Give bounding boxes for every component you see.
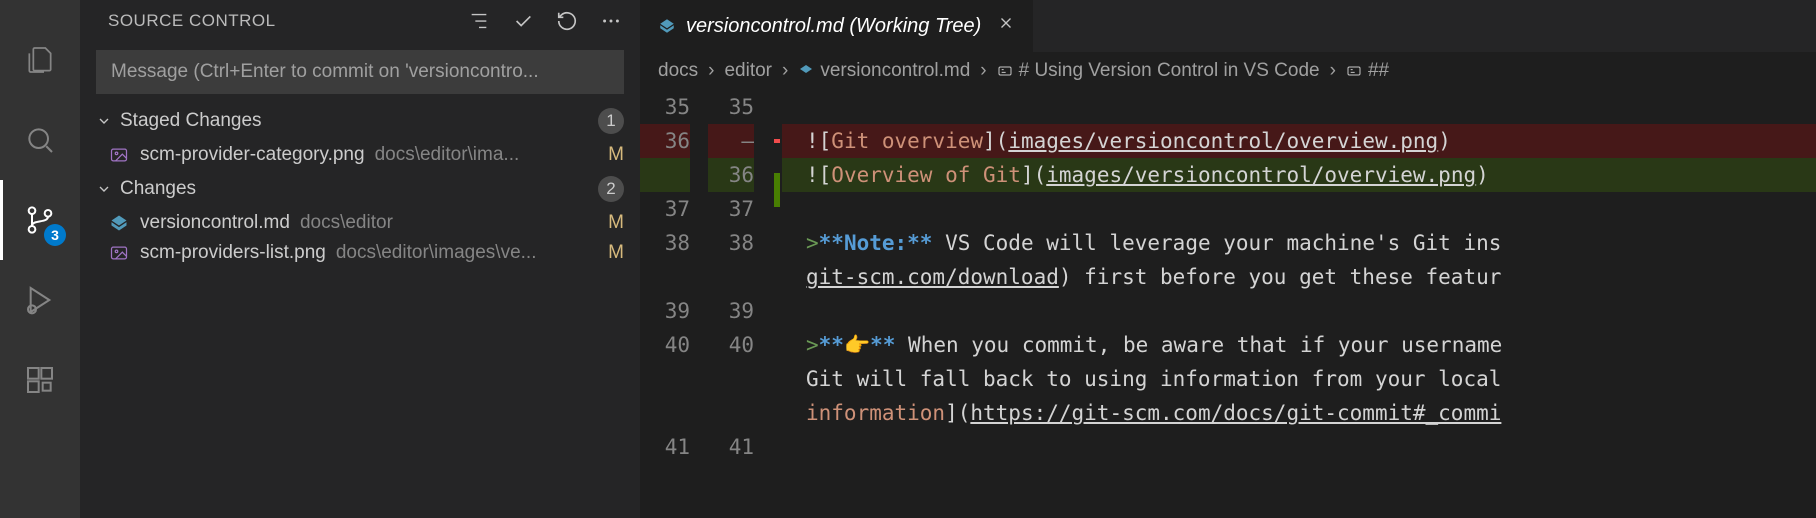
chevron-right-icon: › <box>1330 60 1336 82</box>
section-label: Staged Changes <box>120 110 590 132</box>
breadcrumb-item[interactable]: # Using Version Control in VS Code <box>997 60 1320 82</box>
staged-file-row[interactable]: scm-provider-category.png docs\editor\im… <box>80 140 640 170</box>
code-line <box>782 430 1816 464</box>
file-status-modified: M <box>608 212 624 234</box>
tree-icon <box>468 10 490 32</box>
diff-gutter <box>772 90 782 518</box>
line-number: 35 <box>640 90 690 124</box>
line-number: 35 <box>708 90 754 124</box>
code-line: >**👉** When you commit, be aware that if… <box>782 328 1816 362</box>
line-number <box>640 158 690 192</box>
file-path: docs\editor\ima... <box>375 144 599 166</box>
code-line: information](https://git-scm.com/docs/gi… <box>782 396 1816 430</box>
code-line <box>782 192 1816 226</box>
line-number: 37 <box>640 192 690 226</box>
ellipsis-icon <box>600 10 622 32</box>
staged-changes-header[interactable]: Staged Changes 1 <box>80 102 640 140</box>
line-number: 40 <box>640 328 690 430</box>
tab-label: versioncontrol.md (Working Tree) <box>686 15 981 38</box>
markdown-file-icon <box>658 17 676 35</box>
refresh-icon <box>556 10 578 32</box>
debug-icon <box>24 284 56 316</box>
source-control-sidebar: SOURCE CONTROL Message (Ctrl+Enter to co… <box>80 0 640 518</box>
file-status-modified: M <box>608 242 624 264</box>
file-status-modified: M <box>608 144 624 166</box>
line-number: 41 <box>640 430 690 464</box>
search-icon <box>24 124 56 156</box>
sidebar-actions <box>468 10 622 32</box>
editor-tabs: versioncontrol.md (Working Tree) <box>640 0 1816 52</box>
file-name: versioncontrol.md <box>140 212 290 234</box>
editor-group: versioncontrol.md (Working Tree) docs › … <box>640 0 1816 518</box>
line-number: 39 <box>640 294 690 328</box>
activity-extensions[interactable] <box>0 340 80 420</box>
breadcrumb-item[interactable]: editor <box>724 60 772 82</box>
file-name: scm-providers-list.png <box>140 242 326 264</box>
activity-debug[interactable] <box>0 260 80 340</box>
files-icon <box>24 44 56 76</box>
file-path: docs\editor <box>300 212 598 234</box>
image-file-icon <box>108 242 130 264</box>
image-file-icon <box>108 144 130 166</box>
commit-message-input[interactable]: Message (Ctrl+Enter to commit on 'versio… <box>96 50 624 94</box>
line-number: 36 <box>708 158 754 192</box>
check-icon <box>512 10 534 32</box>
chevron-right-icon: › <box>708 60 714 82</box>
code-content[interactable]: ![Git overview](images/versioncontrol/ov… <box>782 90 1816 518</box>
file-name: scm-provider-category.png <box>140 144 365 166</box>
activity-source-control[interactable]: 3 <box>0 180 80 260</box>
added-line: ![Overview of Git](images/versioncontrol… <box>782 158 1816 192</box>
line-number: 39 <box>708 294 754 328</box>
markdown-file-icon <box>108 212 130 234</box>
breadcrumb-item[interactable]: docs <box>658 60 698 82</box>
deleted-line: ![Git overview](images/versioncontrol/ov… <box>782 124 1816 158</box>
close-icon <box>997 14 1015 32</box>
line-gutter: 35 36 37 38 39 40 41 35 — 36 37 38 39 40… <box>640 90 782 518</box>
chevron-down-icon <box>96 113 112 129</box>
file-path: docs\editor\images\ve... <box>336 242 598 264</box>
code-line: >**Note:** VS Code will leverage your ma… <box>782 226 1816 260</box>
activity-bar: 3 <box>0 0 80 518</box>
symbol-text-icon <box>997 63 1013 79</box>
code-line: Git will fall back to using information … <box>782 362 1816 396</box>
code-line <box>782 294 1816 328</box>
view-as-tree-button[interactable] <box>468 10 490 32</box>
changed-file-row[interactable]: versioncontrol.md docs\editor M <box>80 208 640 238</box>
changed-file-row[interactable]: scm-providers-list.png docs\editor\image… <box>80 238 640 268</box>
more-actions-button[interactable] <box>600 10 622 32</box>
changes-count-badge: 2 <box>598 176 624 202</box>
sidebar-title: SOURCE CONTROL <box>108 11 276 31</box>
breadcrumb-item[interactable]: ## <box>1346 60 1389 82</box>
chevron-right-icon: › <box>782 60 788 82</box>
chevron-down-icon <box>96 181 112 197</box>
line-number: 41 <box>708 430 754 464</box>
code-line: git-scm.com/download) first before you g… <box>782 260 1816 294</box>
activity-search[interactable] <box>0 100 80 180</box>
line-number: 36 <box>640 124 690 158</box>
scm-badge: 3 <box>44 224 66 246</box>
line-number: 38 <box>640 226 690 294</box>
commit-button[interactable] <box>512 10 534 32</box>
sidebar-header: SOURCE CONTROL <box>80 0 640 42</box>
symbol-text-icon <box>1346 63 1362 79</box>
activity-explorer[interactable] <box>0 20 80 100</box>
extensions-icon <box>24 364 56 396</box>
section-label: Changes <box>120 178 590 200</box>
markdown-file-icon <box>798 63 814 79</box>
changes-header[interactable]: Changes 2 <box>80 170 640 208</box>
refresh-button[interactable] <box>556 10 578 32</box>
close-tab-button[interactable] <box>997 14 1015 38</box>
breadcrumbs[interactable]: docs › editor › versioncontrol.md › # Us… <box>640 52 1816 90</box>
diff-editor[interactable]: 35 36 37 38 39 40 41 35 — 36 37 38 39 40… <box>640 90 1816 518</box>
line-number: 37 <box>708 192 754 226</box>
line-number: — <box>708 124 754 158</box>
breadcrumb-item[interactable]: versioncontrol.md <box>798 60 970 82</box>
line-number: 40 <box>708 328 754 430</box>
chevron-right-icon: › <box>980 60 986 82</box>
editor-tab[interactable]: versioncontrol.md (Working Tree) <box>640 0 1033 52</box>
line-number: 38 <box>708 226 754 294</box>
code-line <box>782 90 1816 124</box>
staged-count-badge: 1 <box>598 108 624 134</box>
